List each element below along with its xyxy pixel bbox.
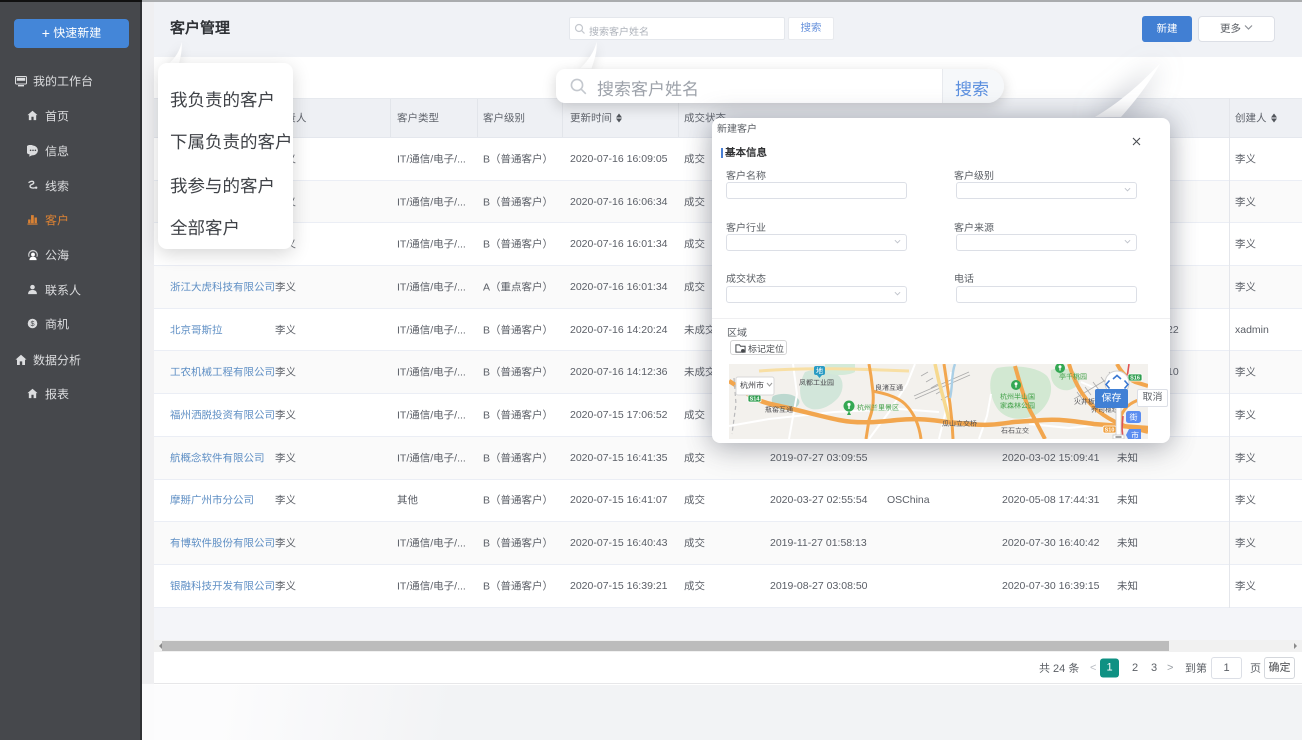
svg-text:市: 市 [1131, 430, 1139, 439]
svg-text:凤都工业园: 凤都工业园 [799, 378, 834, 388]
svg-text:地: 地 [816, 366, 823, 376]
svg-text:家森林公园: 家森林公园 [1000, 401, 1035, 411]
svg-text:街: 街 [1130, 412, 1138, 423]
svg-text:S16: S16 [1130, 374, 1140, 382]
svg-text:S14: S14 [750, 395, 761, 403]
svg-text:石石立交: 石石立交 [1001, 426, 1029, 436]
svg-text:瓶窑互通: 瓶窑互通 [765, 405, 793, 415]
svg-text:瓜山立交桥: 瓜山立交桥 [942, 419, 977, 429]
svg-text:亭千桃园: 亭千桃园 [1059, 372, 1087, 382]
svg-text:杭州市: 杭州市 [740, 380, 764, 391]
svg-text:$: $ [30, 319, 34, 328]
svg-text:S10: S10 [1105, 426, 1115, 434]
svg-text:良渚互通: 良渚互通 [875, 383, 903, 393]
svg-text:杭州兰里景区: 杭州兰里景区 [857, 403, 899, 413]
